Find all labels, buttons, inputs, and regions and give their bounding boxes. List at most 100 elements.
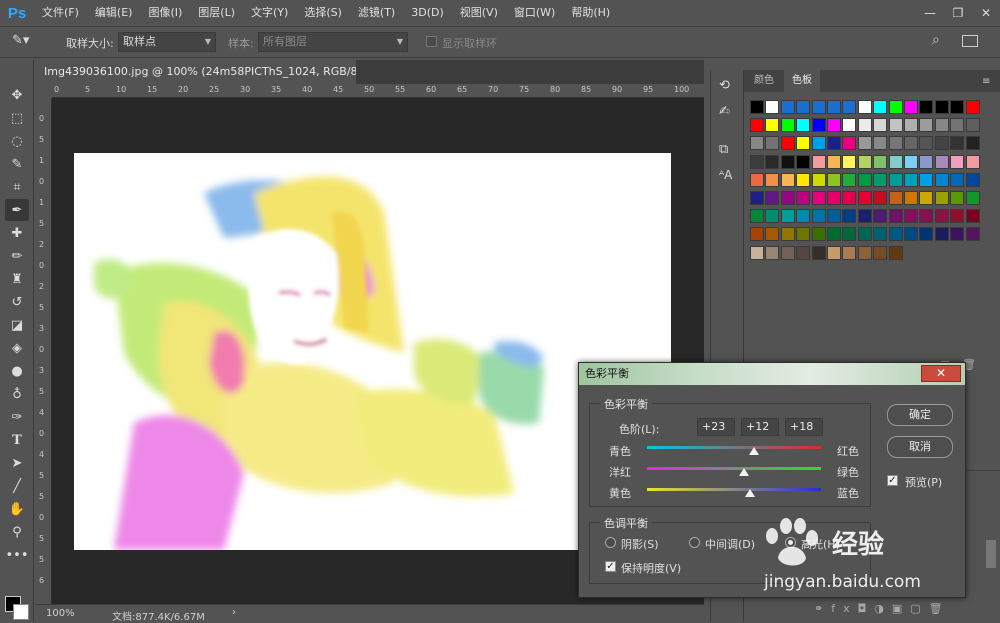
menu-item[interactable]: 图像(I) [140,0,190,26]
midtones-radio[interactable] [689,537,700,548]
color-swatch[interactable] [765,100,780,114]
color-swatch[interactable] [811,136,826,151]
workspace-icon[interactable] [962,35,978,47]
close-window-button[interactable]: ✕ [972,6,1000,20]
color-swatch[interactable] [965,118,980,133]
zoom-tool-icon[interactable]: ⚲ [5,521,29,543]
color-swatch[interactable] [780,227,795,242]
history-panel-icon[interactable]: ⟲ [719,78,730,93]
color-swatch[interactable] [904,154,918,169]
color-swatch[interactable] [857,136,872,151]
color-swatch[interactable] [888,191,903,205]
color-swatch[interactable] [750,227,764,242]
color-swatch[interactable] [796,136,811,151]
eyedropper-tool-icon[interactable]: ✒ [5,199,29,221]
color-swatch[interactable] [857,100,872,114]
color-swatch[interactable] [888,209,903,224]
marquee-tool-icon[interactable]: ⬚ [5,107,29,129]
color-swatch[interactable] [765,154,780,169]
level-cyan-red-input[interactable]: +23 [697,418,735,436]
color-swatch[interactable] [750,136,764,151]
color-swatch[interactable] [919,191,934,205]
color-swatch[interactable] [934,154,949,169]
color-swatch[interactable] [827,209,841,224]
color-swatch[interactable] [765,209,780,224]
color-swatch[interactable] [811,172,826,187]
color-swatch[interactable] [904,118,918,133]
color-swatch[interactable] [780,209,795,224]
color-swatch[interactable] [780,136,795,151]
color-swatch[interactable] [827,136,841,151]
color-swatch[interactable] [811,118,826,133]
color-swatch[interactable] [934,209,949,224]
hand-tool-icon[interactable]: ✋ [5,498,29,520]
color-swatch[interactable] [811,154,826,169]
cancel-button[interactable]: 取消 [887,436,953,458]
cyan-red-slider-knob[interactable] [749,447,759,455]
sample-select[interactable]: 所有图层 ▼ [258,32,408,52]
color-swatch[interactable] [811,245,826,260]
color-swatch[interactable] [873,227,888,242]
layers-scrollbar[interactable] [986,540,996,568]
color-swatch[interactable] [888,245,903,260]
show-ring-checkbox[interactable] [426,36,437,47]
color-swatch[interactable] [827,172,841,187]
color-swatch[interactable] [796,118,811,133]
type-tool-icon[interactable]: T [5,429,29,451]
color-swatch[interactable] [750,100,764,114]
color-swatch[interactable] [780,118,795,133]
color-swatch[interactable] [765,172,780,187]
path-select-tool-icon[interactable]: ➤ [5,452,29,474]
color-swatch[interactable] [796,245,811,260]
color-swatch[interactable] [873,245,888,260]
color-swatch[interactable] [873,209,888,224]
color-swatch[interactable] [873,191,888,205]
brush-tool-icon[interactable]: ✏ [5,245,29,267]
color-swatch[interactable] [750,245,764,260]
menu-item[interactable]: 视图(V) [452,0,506,26]
color-swatch[interactable] [919,209,934,224]
color-swatch[interactable] [904,227,918,242]
blur-tool-icon[interactable]: ● [5,360,29,382]
search-icon[interactable]: ⌕ [932,32,940,48]
menu-item[interactable]: 滤镜(T) [350,0,403,26]
color-swatch[interactable] [888,136,903,151]
color-swatch[interactable] [873,136,888,151]
color-swatch[interactable] [827,118,841,133]
character-panel-icon[interactable]: ᴬA [719,168,732,182]
color-swatch[interactable] [796,100,811,114]
yellow-blue-slider[interactable] [647,488,821,491]
color-swatch[interactable] [827,227,841,242]
eraser-tool-icon[interactable]: ◪ [5,314,29,336]
color-swatch[interactable] [827,245,841,260]
color-swatch[interactable] [780,100,795,114]
color-swatch[interactable] [842,100,857,114]
restore-button[interactable]: ❐ [944,6,972,20]
clone-source-icon[interactable]: ⧉ [719,142,728,157]
color-swatch[interactable] [796,191,811,205]
color-swatch[interactable] [919,136,934,151]
color-swatch[interactable] [811,100,826,114]
color-swatch[interactable] [950,172,965,187]
color-swatch[interactable] [919,172,934,187]
magenta-green-slider-knob[interactable] [739,468,750,476]
tab-swatches[interactable]: 色板 [784,70,820,92]
color-swatch[interactable] [827,154,841,169]
color-swatch[interactable] [780,154,795,169]
line-tool-icon[interactable]: ╱ [5,475,29,497]
color-swatch[interactable] [873,154,888,169]
menu-item[interactable]: 帮助(H) [563,0,618,26]
color-swatch[interactable] [796,227,811,242]
color-swatch[interactable] [842,154,857,169]
color-swatch[interactable] [965,227,980,242]
color-swatch[interactable] [873,172,888,187]
color-swatch[interactable] [904,191,918,205]
color-swatch[interactable] [842,227,857,242]
color-swatch[interactable] [934,100,949,114]
paint-bucket-tool-icon[interactable]: ◈ [5,337,29,359]
color-swatch[interactable] [904,100,918,114]
eyedropper-preset-icon[interactable]: ✎▾ [12,33,38,51]
color-swatch[interactable] [965,136,980,151]
level-magenta-green-input[interactable]: +12 [741,418,779,436]
color-swatch[interactable] [796,209,811,224]
